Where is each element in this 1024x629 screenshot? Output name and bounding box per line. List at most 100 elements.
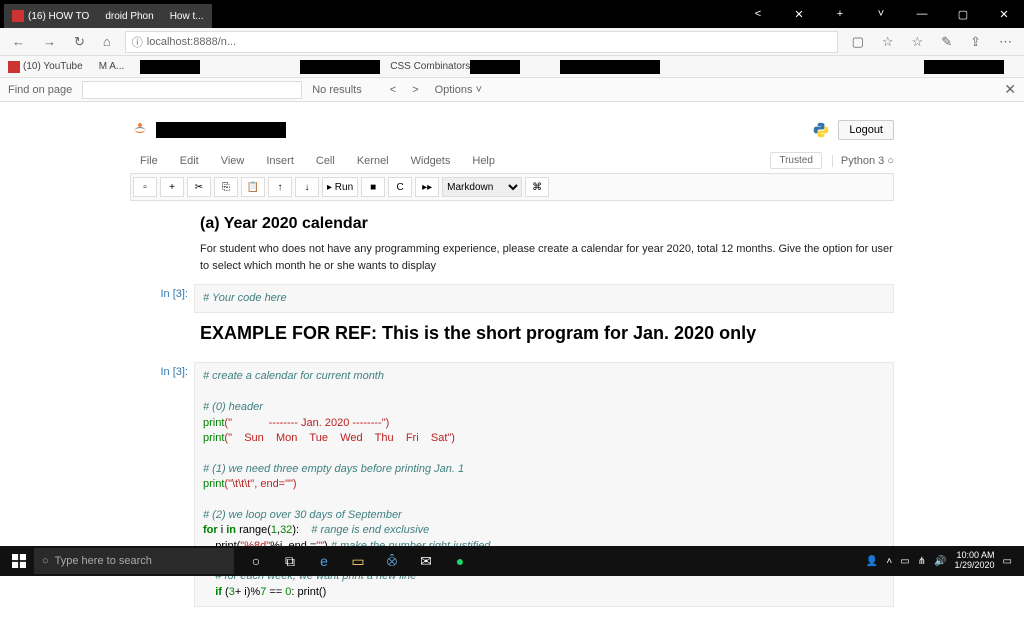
menu-help[interactable]: Help <box>462 153 505 169</box>
start-button[interactable] <box>4 546 34 576</box>
favorites-hub-icon[interactable]: ☆ <box>908 32 928 52</box>
python-icon <box>812 121 830 139</box>
run-button[interactable]: ▸ Run <box>322 177 358 197</box>
notes-icon[interactable]: ✎ <box>937 32 956 52</box>
find-next[interactable]: > <box>412 84 418 96</box>
address-bar: ← → ↻ ⌂ ⓘ localhost:8888/n... ▢ ☆ ☆ ✎ ⇪ … <box>0 28 1024 56</box>
site-info-icon: ⓘ <box>132 34 143 50</box>
tab-prev[interactable]: ˂ <box>738 0 778 28</box>
add-cell-button[interactable]: + <box>160 177 184 197</box>
url-input[interactable]: ⓘ localhost:8888/n... <box>125 31 838 53</box>
paste-button[interactable]: 📋 <box>241 177 265 197</box>
save-button[interactable]: ▫ <box>133 177 157 197</box>
heading-b: EXAMPLE FOR REF: This is the short progr… <box>200 323 894 344</box>
jupyter-logo-icon <box>130 120 150 140</box>
move-up-button[interactable]: ↑ <box>268 177 292 197</box>
redacted <box>560 60 660 74</box>
share-icon[interactable]: ⇪ <box>966 32 985 52</box>
find-input[interactable] <box>82 81 302 99</box>
bookmark-0[interactable]: (10) YouTube <box>8 61 83 73</box>
search-icon: ○ <box>42 555 49 567</box>
nav-forward[interactable]: → <box>39 32 60 51</box>
browser-tabstrip: (16) HOW TO droid Phon How t... ˂ ✕ + ˅ … <box>0 0 1024 28</box>
nav-home[interactable]: ⌂ <box>99 32 115 51</box>
stop-button[interactable]: ■ <box>361 177 385 197</box>
tab-1[interactable]: droid Phon <box>97 4 161 28</box>
tray-up-icon[interactable]: ˄ <box>886 556 892 567</box>
command-palette-button[interactable]: ⌘ <box>525 177 549 197</box>
people-icon[interactable]: 👤 <box>866 556 878 567</box>
desc-a: For student who does not have any progra… <box>200 241 894 274</box>
windows-taskbar: ○Type here to search ○ ⧉ e ▭ ⨶ ✉ ● 👤 ˄ ▭… <box>0 546 1024 576</box>
redacted <box>156 122 286 138</box>
menu-file[interactable]: File <box>130 153 168 169</box>
prompt-1: In [3]: <box>130 284 194 313</box>
battery-icon[interactable]: ▭ <box>900 556 909 567</box>
bookmark-3[interactable]: CSS Combinators <box>390 61 470 72</box>
redacted-scribble <box>280 2 744 26</box>
menu-bar: File Edit View Insert Cell Kernel Widget… <box>130 148 894 173</box>
code-area-1[interactable]: # Your code here <box>194 284 894 313</box>
mail-icon[interactable]: ✉ <box>410 546 442 576</box>
tab-2[interactable]: How t... <box>162 4 212 28</box>
find-results: No results <box>312 84 362 96</box>
favorite-icon[interactable]: ☆ <box>878 32 898 52</box>
kernel-name[interactable]: Python 3 ○ <box>832 155 894 167</box>
heading-a: (a) Year 2020 calendar <box>200 215 894 233</box>
window-min[interactable]: — <box>902 0 942 28</box>
find-close[interactable]: ✕ <box>1004 81 1016 98</box>
wifi-icon[interactable]: ⋔ <box>918 556 926 567</box>
copy-button[interactable]: ⎘ <box>214 177 238 197</box>
restart-button[interactable]: C <box>388 177 412 197</box>
tab-close[interactable]: ✕ <box>779 0 819 28</box>
celltype-select[interactable]: Markdown <box>442 177 522 197</box>
find-prev[interactable]: < <box>390 84 396 96</box>
code-cell-1[interactable]: In [3]: # Your code here <box>130 284 894 313</box>
youtube-icon <box>8 61 20 73</box>
tab-dropdown[interactable]: ˅ <box>861 0 901 28</box>
trusted-indicator[interactable]: Trusted <box>770 152 822 169</box>
youtube-icon <box>12 10 24 22</box>
move-down-button[interactable]: ↓ <box>295 177 319 197</box>
logout-button[interactable]: Logout <box>838 120 894 140</box>
bookmark-1[interactable]: M A... <box>99 61 125 72</box>
notifications-icon[interactable]: ▭ <box>1003 556 1012 567</box>
taskbar-clock[interactable]: 10:00 AM 1/29/2020 <box>955 551 995 571</box>
redacted <box>140 60 200 74</box>
find-bar: Find on page No results < > Options ˅ ✕ <box>0 78 1024 102</box>
nav-reload[interactable]: ↻ <box>70 32 89 52</box>
cortana-icon[interactable]: ○ <box>240 546 272 576</box>
taskview-icon[interactable]: ⧉ <box>274 546 306 576</box>
bookmark-bar: (10) YouTube M A... CSS Combinators <box>0 56 1024 78</box>
redacted <box>924 60 1004 74</box>
explorer-icon[interactable]: ▭ <box>342 546 374 576</box>
store-icon[interactable]: ⨶ <box>376 546 408 576</box>
window-close[interactable]: ✕ <box>984 0 1024 28</box>
markdown-cell-b[interactable]: EXAMPLE FOR REF: This is the short progr… <box>130 317 894 358</box>
menu-insert[interactable]: Insert <box>256 153 304 169</box>
redacted <box>300 60 380 74</box>
markdown-cell-a[interactable]: (a) Year 2020 calendar For student who d… <box>130 209 894 280</box>
taskbar-search[interactable]: ○Type here to search <box>34 548 234 574</box>
menu-widgets[interactable]: Widgets <box>401 153 461 169</box>
menu-kernel[interactable]: Kernel <box>347 153 399 169</box>
find-options[interactable]: Options ˅ <box>435 84 482 96</box>
redacted <box>470 60 520 74</box>
reading-view-icon[interactable]: ▢ <box>848 32 868 52</box>
more-icon[interactable]: ⋯ <box>995 32 1016 52</box>
volume-icon[interactable]: 🔊 <box>934 556 946 567</box>
window-max[interactable]: ▢ <box>943 0 983 28</box>
tab-new[interactable]: + <box>820 0 860 28</box>
edge-icon[interactable]: e <box>308 546 340 576</box>
find-label: Find on page <box>8 84 72 96</box>
menu-view[interactable]: View <box>211 153 255 169</box>
menu-edit[interactable]: Edit <box>170 153 209 169</box>
url-text: localhost:8888/n... <box>147 36 236 48</box>
notebook-header: Logout <box>130 112 894 148</box>
menu-cell[interactable]: Cell <box>306 153 345 169</box>
restart-run-button[interactable]: ▸▸ <box>415 177 439 197</box>
cut-button[interactable]: ✂ <box>187 177 211 197</box>
tab-0[interactable]: (16) HOW TO <box>4 4 97 28</box>
spotify-icon[interactable]: ● <box>444 546 476 576</box>
nav-back[interactable]: ← <box>8 32 29 51</box>
